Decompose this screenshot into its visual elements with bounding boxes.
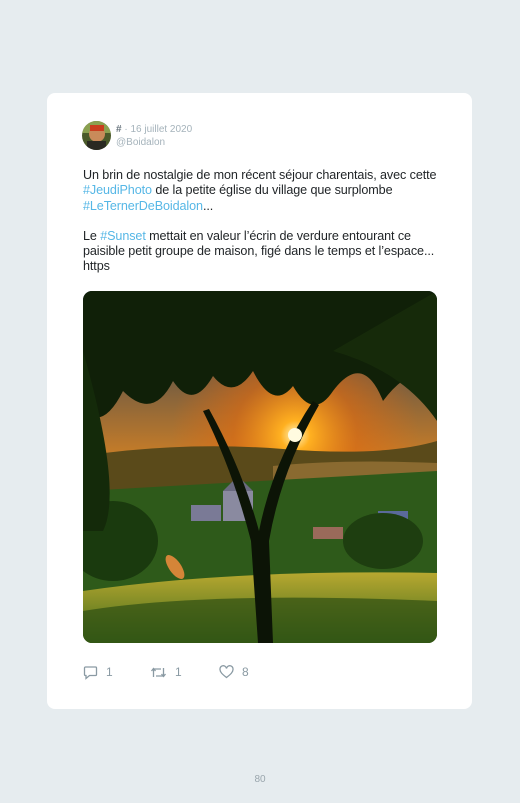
hashtag-link[interactable]: #LeTernerDeBoidalon [83, 199, 203, 213]
text-segment: de la petite église du village que surpl… [151, 183, 393, 198]
user-handle[interactable]: @Boidalon [116, 136, 192, 149]
tweet-card: # · 16 juillet 2020 @Boidalon Un brin de… [47, 93, 472, 709]
separator: · [124, 124, 128, 135]
reply-icon [83, 665, 98, 680]
text-segment: ... [202, 198, 214, 213]
hashtag-link[interactable]: #JeudiPhoto [83, 183, 152, 197]
retweet-icon [150, 666, 167, 678]
heart-icon [219, 665, 234, 679]
retweet-action[interactable]: 1 [150, 664, 182, 680]
tweet-photo[interactable] [83, 291, 437, 643]
tweet-date[interactable]: 16 juillet 2020 [130, 124, 192, 135]
tweet-meta: # · 16 juillet 2020 @Boidalon [116, 123, 192, 149]
reply-action[interactable]: 1 [83, 664, 113, 680]
reply-count: 1 [106, 665, 113, 679]
retweet-count: 1 [175, 665, 182, 679]
text-segment: Un brin de nostalgie de mon récent séjou… [83, 168, 437, 182]
like-action[interactable]: 8 [219, 664, 249, 680]
text-segment: Le [83, 228, 101, 243]
hashtag-link[interactable]: #Sunset [100, 229, 146, 243]
tweet-paragraph-1: Un brin de nostalgie de mon récent séjou… [83, 168, 443, 214]
page-number: 80 [254, 774, 266, 785]
avatar[interactable] [82, 121, 111, 150]
hash-symbol: # [116, 124, 122, 135]
tweet-text: Un brin de nostalgie de mon récent séjou… [83, 168, 443, 275]
tweet-paragraph-2: Le #Sunset mettait en valeur l’écrin de … [83, 229, 443, 275]
like-count: 8 [242, 665, 249, 679]
